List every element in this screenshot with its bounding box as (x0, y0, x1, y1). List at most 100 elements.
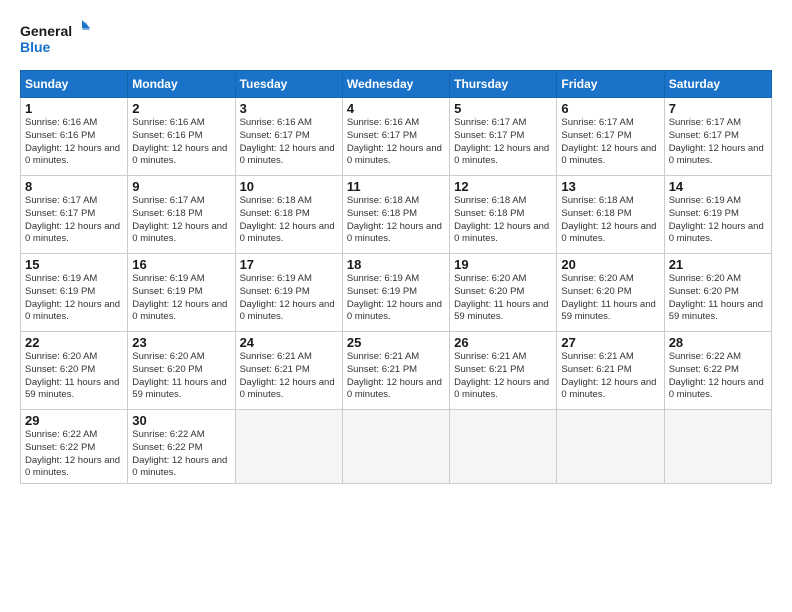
day-number: 25 (347, 335, 445, 350)
day-number: 30 (132, 413, 230, 428)
calendar-day-cell: 4 Sunrise: 6:16 AMSunset: 6:17 PMDayligh… (342, 98, 449, 176)
svg-text:Blue: Blue (20, 39, 51, 55)
day-number: 6 (561, 101, 659, 116)
day-info: Sunrise: 6:17 AMSunset: 6:17 PMDaylight:… (25, 195, 123, 246)
day-number: 26 (454, 335, 552, 350)
day-number: 18 (347, 257, 445, 272)
calendar-day-cell (342, 410, 449, 484)
calendar-week-row: 22 Sunrise: 6:20 AMSunset: 6:20 PMDaylig… (21, 332, 772, 410)
day-number: 2 (132, 101, 230, 116)
calendar-day-cell: 17 Sunrise: 6:19 AMSunset: 6:19 PMDaylig… (235, 254, 342, 332)
calendar-day-cell (664, 410, 771, 484)
day-info: Sunrise: 6:19 AMSunset: 6:19 PMDaylight:… (347, 273, 445, 324)
day-info: Sunrise: 6:20 AMSunset: 6:20 PMDaylight:… (561, 273, 659, 324)
day-number: 3 (240, 101, 338, 116)
header: General Blue (20, 18, 772, 60)
calendar-day-cell: 6 Sunrise: 6:17 AMSunset: 6:17 PMDayligh… (557, 98, 664, 176)
day-info: Sunrise: 6:17 AMSunset: 6:17 PMDaylight:… (669, 117, 767, 168)
calendar-day-cell: 12 Sunrise: 6:18 AMSunset: 6:18 PMDaylig… (450, 176, 557, 254)
calendar-day-cell: 9 Sunrise: 6:17 AMSunset: 6:18 PMDayligh… (128, 176, 235, 254)
calendar-header-monday: Monday (128, 71, 235, 98)
calendar: SundayMondayTuesdayWednesdayThursdayFrid… (20, 70, 772, 484)
day-number: 1 (25, 101, 123, 116)
calendar-day-cell: 20 Sunrise: 6:20 AMSunset: 6:20 PMDaylig… (557, 254, 664, 332)
day-number: 21 (669, 257, 767, 272)
day-number: 8 (25, 179, 123, 194)
calendar-day-cell: 30 Sunrise: 6:22 AMSunset: 6:22 PMDaylig… (128, 410, 235, 484)
day-info: Sunrise: 6:22 AMSunset: 6:22 PMDaylight:… (132, 429, 230, 480)
day-info: Sunrise: 6:21 AMSunset: 6:21 PMDaylight:… (561, 351, 659, 402)
calendar-header-tuesday: Tuesday (235, 71, 342, 98)
calendar-week-row: 15 Sunrise: 6:19 AMSunset: 6:19 PMDaylig… (21, 254, 772, 332)
calendar-day-cell: 8 Sunrise: 6:17 AMSunset: 6:17 PMDayligh… (21, 176, 128, 254)
calendar-day-cell: 13 Sunrise: 6:18 AMSunset: 6:18 PMDaylig… (557, 176, 664, 254)
day-number: 24 (240, 335, 338, 350)
day-info: Sunrise: 6:20 AMSunset: 6:20 PMDaylight:… (132, 351, 230, 402)
day-number: 27 (561, 335, 659, 350)
calendar-day-cell: 16 Sunrise: 6:19 AMSunset: 6:19 PMDaylig… (128, 254, 235, 332)
calendar-header-thursday: Thursday (450, 71, 557, 98)
calendar-day-cell: 10 Sunrise: 6:18 AMSunset: 6:18 PMDaylig… (235, 176, 342, 254)
calendar-day-cell: 7 Sunrise: 6:17 AMSunset: 6:17 PMDayligh… (664, 98, 771, 176)
day-info: Sunrise: 6:19 AMSunset: 6:19 PMDaylight:… (669, 195, 767, 246)
calendar-header-wednesday: Wednesday (342, 71, 449, 98)
day-number: 14 (669, 179, 767, 194)
calendar-day-cell: 28 Sunrise: 6:22 AMSunset: 6:22 PMDaylig… (664, 332, 771, 410)
svg-text:General: General (20, 23, 72, 39)
day-number: 11 (347, 179, 445, 194)
calendar-day-cell: 5 Sunrise: 6:17 AMSunset: 6:17 PMDayligh… (450, 98, 557, 176)
calendar-header-row: SundayMondayTuesdayWednesdayThursdayFrid… (21, 71, 772, 98)
day-number: 15 (25, 257, 123, 272)
calendar-header-friday: Friday (557, 71, 664, 98)
calendar-day-cell: 14 Sunrise: 6:19 AMSunset: 6:19 PMDaylig… (664, 176, 771, 254)
day-number: 23 (132, 335, 230, 350)
calendar-day-cell: 24 Sunrise: 6:21 AMSunset: 6:21 PMDaylig… (235, 332, 342, 410)
calendar-day-cell: 19 Sunrise: 6:20 AMSunset: 6:20 PMDaylig… (450, 254, 557, 332)
day-info: Sunrise: 6:21 AMSunset: 6:21 PMDaylight:… (240, 351, 338, 402)
calendar-day-cell: 3 Sunrise: 6:16 AMSunset: 6:17 PMDayligh… (235, 98, 342, 176)
day-number: 17 (240, 257, 338, 272)
calendar-day-cell: 15 Sunrise: 6:19 AMSunset: 6:19 PMDaylig… (21, 254, 128, 332)
day-info: Sunrise: 6:22 AMSunset: 6:22 PMDaylight:… (25, 429, 123, 480)
day-info: Sunrise: 6:16 AMSunset: 6:16 PMDaylight:… (25, 117, 123, 168)
day-number: 13 (561, 179, 659, 194)
day-info: Sunrise: 6:19 AMSunset: 6:19 PMDaylight:… (132, 273, 230, 324)
day-number: 7 (669, 101, 767, 116)
day-info: Sunrise: 6:16 AMSunset: 6:17 PMDaylight:… (240, 117, 338, 168)
calendar-day-cell: 27 Sunrise: 6:21 AMSunset: 6:21 PMDaylig… (557, 332, 664, 410)
calendar-week-row: 29 Sunrise: 6:22 AMSunset: 6:22 PMDaylig… (21, 410, 772, 484)
day-number: 22 (25, 335, 123, 350)
day-info: Sunrise: 6:18 AMSunset: 6:18 PMDaylight:… (240, 195, 338, 246)
day-info: Sunrise: 6:18 AMSunset: 6:18 PMDaylight:… (347, 195, 445, 246)
day-info: Sunrise: 6:22 AMSunset: 6:22 PMDaylight:… (669, 351, 767, 402)
day-info: Sunrise: 6:20 AMSunset: 6:20 PMDaylight:… (454, 273, 552, 324)
calendar-day-cell (450, 410, 557, 484)
calendar-week-row: 1 Sunrise: 6:16 AMSunset: 6:16 PMDayligh… (21, 98, 772, 176)
calendar-day-cell (557, 410, 664, 484)
day-number: 28 (669, 335, 767, 350)
calendar-week-row: 8 Sunrise: 6:17 AMSunset: 6:17 PMDayligh… (21, 176, 772, 254)
day-number: 9 (132, 179, 230, 194)
day-info: Sunrise: 6:19 AMSunset: 6:19 PMDaylight:… (240, 273, 338, 324)
day-info: Sunrise: 6:16 AMSunset: 6:16 PMDaylight:… (132, 117, 230, 168)
day-number: 5 (454, 101, 552, 116)
day-info: Sunrise: 6:16 AMSunset: 6:17 PMDaylight:… (347, 117, 445, 168)
calendar-header-sunday: Sunday (21, 71, 128, 98)
day-number: 29 (25, 413, 123, 428)
calendar-day-cell: 26 Sunrise: 6:21 AMSunset: 6:21 PMDaylig… (450, 332, 557, 410)
day-number: 20 (561, 257, 659, 272)
day-info: Sunrise: 6:20 AMSunset: 6:20 PMDaylight:… (25, 351, 123, 402)
calendar-day-cell: 1 Sunrise: 6:16 AMSunset: 6:16 PMDayligh… (21, 98, 128, 176)
calendar-day-cell: 2 Sunrise: 6:16 AMSunset: 6:16 PMDayligh… (128, 98, 235, 176)
day-number: 16 (132, 257, 230, 272)
calendar-day-cell: 29 Sunrise: 6:22 AMSunset: 6:22 PMDaylig… (21, 410, 128, 484)
calendar-day-cell: 23 Sunrise: 6:20 AMSunset: 6:20 PMDaylig… (128, 332, 235, 410)
logo-svg: General Blue (20, 18, 90, 60)
calendar-day-cell (235, 410, 342, 484)
day-number: 12 (454, 179, 552, 194)
calendar-day-cell: 11 Sunrise: 6:18 AMSunset: 6:18 PMDaylig… (342, 176, 449, 254)
day-info: Sunrise: 6:20 AMSunset: 6:20 PMDaylight:… (669, 273, 767, 324)
calendar-header-saturday: Saturday (664, 71, 771, 98)
day-info: Sunrise: 6:17 AMSunset: 6:17 PMDaylight:… (454, 117, 552, 168)
day-number: 4 (347, 101, 445, 116)
